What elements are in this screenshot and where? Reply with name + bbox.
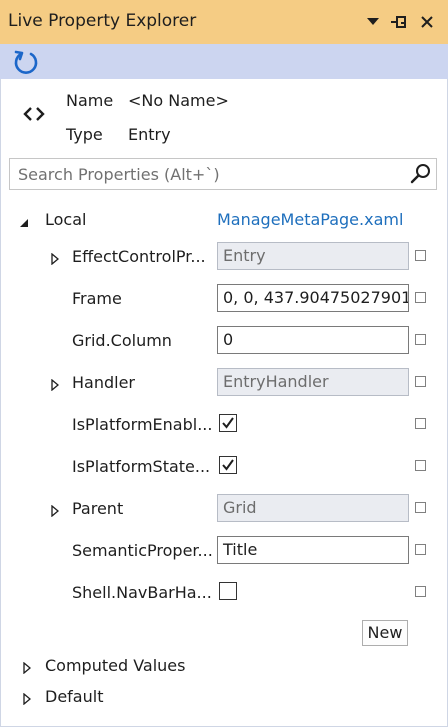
source-file-link[interactable]: ManageMetaPage.xaml bbox=[217, 210, 403, 229]
property-marker-square[interactable] bbox=[415, 376, 426, 387]
property-name: IsPlatformState... bbox=[72, 457, 211, 476]
property-checkbox[interactable] bbox=[219, 582, 237, 600]
code-brackets-icon bbox=[22, 104, 46, 124]
semantic-properties-value-field[interactable]: Title bbox=[217, 536, 409, 564]
type-label: Type bbox=[66, 125, 103, 144]
property-name: Parent bbox=[72, 499, 124, 518]
expand-triangle-icon[interactable] bbox=[23, 659, 32, 678]
property-name: Grid.Column bbox=[72, 331, 172, 350]
property-marker-square[interactable] bbox=[415, 334, 426, 345]
close-icon[interactable] bbox=[416, 10, 438, 34]
expand-triangle-icon[interactable] bbox=[51, 250, 60, 269]
property-checkbox[interactable] bbox=[219, 456, 237, 474]
property-name: Frame bbox=[72, 289, 122, 308]
name-label: Name bbox=[66, 91, 114, 110]
name-value: <No Name> bbox=[128, 91, 229, 110]
pin-icon[interactable] bbox=[389, 10, 411, 34]
property-value-readonly: EntryHandler bbox=[217, 368, 409, 396]
property-checkbox[interactable] bbox=[219, 414, 237, 432]
property-name: Handler bbox=[72, 373, 135, 392]
property-name: SemanticProper... bbox=[72, 541, 213, 560]
grid-column-value-field[interactable]: 0 bbox=[217, 326, 409, 354]
property-name: EffectControlPr... bbox=[72, 247, 206, 266]
property-marker-square[interactable] bbox=[415, 502, 426, 513]
property-marker-square[interactable] bbox=[415, 418, 426, 429]
window-title: Live Property Explorer bbox=[8, 11, 197, 31]
computed-values-section[interactable]: Computed Values bbox=[45, 656, 185, 675]
property-marker-square[interactable] bbox=[415, 460, 426, 471]
expand-triangle-icon[interactable] bbox=[51, 376, 60, 395]
frame-value-field[interactable]: 0, 0, 437.90475027901 bbox=[217, 284, 409, 312]
title-bar: Live Property Explorer bbox=[0, 0, 448, 44]
default-section[interactable]: Default bbox=[45, 687, 103, 706]
toolbar bbox=[0, 44, 448, 79]
local-collapse-triangle-icon[interactable] bbox=[19, 213, 29, 232]
search-placeholder: Search Properties (Alt+`) bbox=[18, 165, 220, 184]
dropdown-arrow-icon[interactable] bbox=[362, 10, 384, 34]
refresh-icon[interactable] bbox=[12, 48, 40, 76]
property-marker-square[interactable] bbox=[415, 250, 426, 261]
property-value-readonly: Entry bbox=[217, 242, 409, 270]
property-marker-square[interactable] bbox=[415, 586, 426, 597]
property-name: Shell.NavBarHa... bbox=[72, 583, 212, 602]
local-section-label: Local bbox=[45, 210, 87, 229]
expand-triangle-icon[interactable] bbox=[51, 502, 60, 521]
search-input[interactable]: Search Properties (Alt+`) bbox=[9, 158, 437, 190]
search-icon[interactable] bbox=[410, 163, 432, 185]
property-name: IsPlatformEnabl... bbox=[72, 415, 213, 434]
type-value: Entry bbox=[128, 125, 171, 144]
property-marker-square[interactable] bbox=[415, 544, 426, 555]
expand-triangle-icon[interactable] bbox=[23, 690, 32, 709]
new-property-button[interactable]: New bbox=[362, 620, 408, 646]
property-marker-square[interactable] bbox=[415, 292, 426, 303]
property-value-readonly: Grid bbox=[217, 494, 409, 522]
